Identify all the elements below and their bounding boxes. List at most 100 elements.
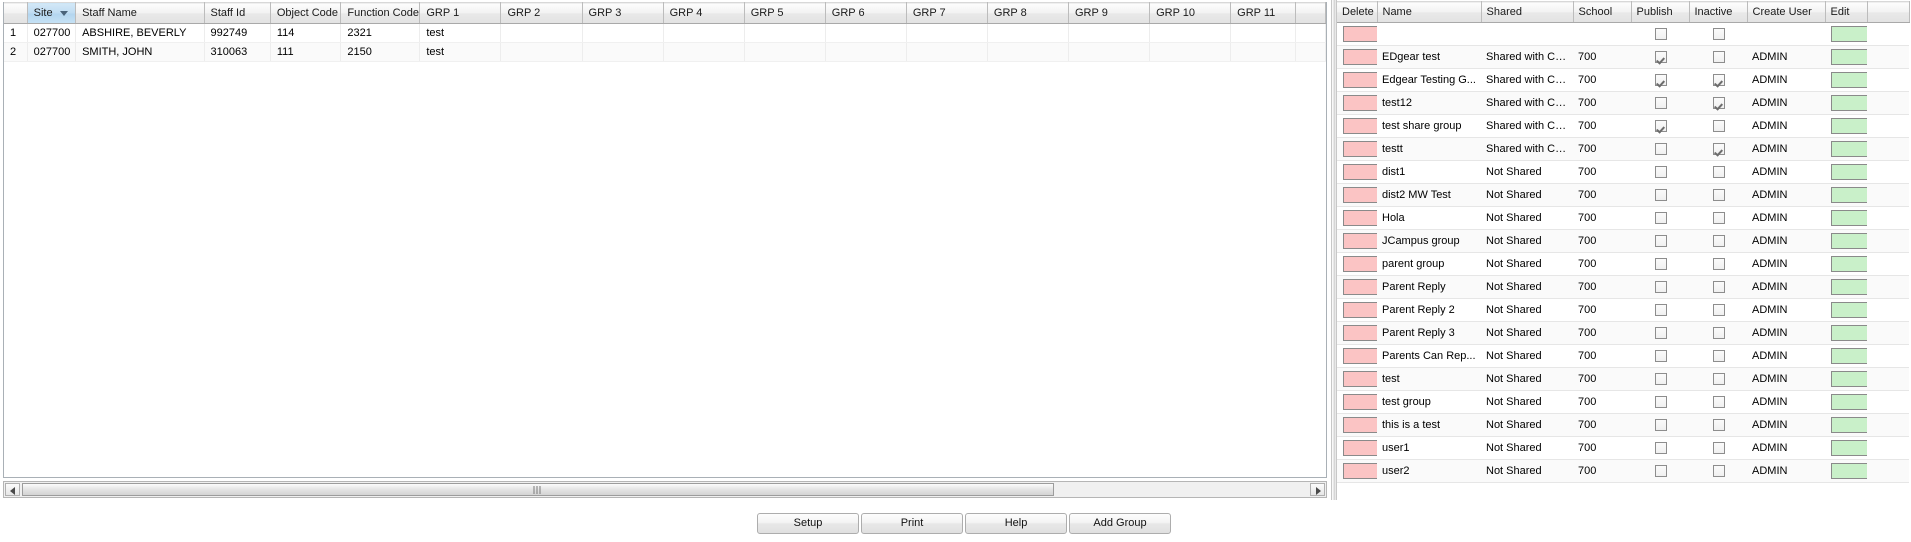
staff-column-header-grp4[interactable]: GRP 4 bbox=[663, 2, 745, 24]
edit-cell[interactable] bbox=[1825, 436, 1867, 460]
inactive-cell[interactable] bbox=[1689, 321, 1747, 345]
delete-cell[interactable] bbox=[1337, 459, 1377, 483]
inactive-checkbox-checked-icon[interactable] bbox=[1712, 143, 1725, 156]
publish-cell[interactable] bbox=[1631, 390, 1689, 414]
staff-cell-pad[interactable] bbox=[1295, 23, 1326, 43]
delete-cell[interactable] bbox=[1337, 390, 1377, 414]
edit-cell[interactable] bbox=[1825, 68, 1867, 92]
staff-cell-rownum[interactable]: 1 bbox=[4, 23, 28, 43]
publish-checkbox-icon[interactable] bbox=[1654, 166, 1667, 179]
edit-button[interactable] bbox=[1831, 371, 1867, 387]
staff-column-header-grp6[interactable]: GRP 6 bbox=[825, 2, 907, 24]
staff-cell-object_code[interactable]: 114 bbox=[270, 23, 342, 43]
group-table-row[interactable]: user2 Not Shared 700 ADMIN bbox=[1337, 459, 1909, 483]
staff-column-header-site[interactable]: Site bbox=[27, 2, 77, 24]
staff-cell-grp7[interactable] bbox=[906, 23, 988, 43]
group-shared-cell[interactable]: Not Shared bbox=[1481, 436, 1573, 460]
staff-column-header-grp7[interactable]: GRP 7 bbox=[906, 2, 988, 24]
inactive-cell[interactable] bbox=[1689, 390, 1747, 414]
edit-button[interactable] bbox=[1831, 440, 1867, 456]
scroll-left-arrow-button[interactable] bbox=[5, 483, 20, 496]
staff-cell-grp6[interactable] bbox=[825, 42, 907, 62]
delete-cell[interactable] bbox=[1337, 321, 1377, 345]
publish-checkbox-icon[interactable] bbox=[1654, 442, 1667, 455]
inactive-checkbox-icon[interactable] bbox=[1712, 304, 1725, 317]
edit-cell[interactable] bbox=[1825, 413, 1867, 437]
staff-cell-object_code[interactable]: 111 bbox=[270, 42, 342, 62]
edit-cell[interactable] bbox=[1825, 206, 1867, 230]
group-table-row[interactable] bbox=[1337, 22, 1909, 46]
publish-cell[interactable] bbox=[1631, 275, 1689, 299]
group-school-cell[interactable]: 700 bbox=[1573, 436, 1631, 460]
group-name-cell[interactable]: dist2 MW Test bbox=[1377, 183, 1481, 207]
inactive-checkbox-icon[interactable] bbox=[1712, 166, 1725, 179]
publish-checkbox-checked-icon[interactable] bbox=[1654, 74, 1667, 87]
delete-cell[interactable] bbox=[1337, 252, 1377, 276]
delete-button[interactable] bbox=[1343, 417, 1377, 433]
inactive-cell[interactable] bbox=[1689, 68, 1747, 92]
group-school-cell[interactable]: 700 bbox=[1573, 160, 1631, 184]
group-shared-cell[interactable]: Not Shared bbox=[1481, 367, 1573, 391]
staff-column-header-grp8[interactable]: GRP 8 bbox=[987, 2, 1070, 24]
inactive-checkbox-icon[interactable] bbox=[1712, 327, 1725, 340]
staff-cell-grp3[interactable] bbox=[582, 42, 664, 62]
delete-button[interactable] bbox=[1343, 233, 1377, 249]
print-button[interactable]: Print bbox=[861, 513, 963, 534]
staff-column-header-grp11[interactable]: GRP 11 bbox=[1230, 2, 1297, 24]
edit-button[interactable] bbox=[1831, 26, 1867, 42]
staff-cell-grp9[interactable] bbox=[1068, 42, 1151, 62]
group-name-cell[interactable]: parent group bbox=[1377, 252, 1481, 276]
inactive-cell[interactable] bbox=[1689, 91, 1747, 115]
group-name-cell[interactable]: test group bbox=[1377, 390, 1481, 414]
group-name-cell[interactable]: test12 bbox=[1377, 91, 1481, 115]
staff-table-row[interactable]: 1 027700 ABSHIRE, BEVERLY 992749 114 2321 test bbox=[4, 23, 1326, 43]
inactive-checkbox-icon[interactable] bbox=[1712, 235, 1725, 248]
publish-checkbox-checked-icon[interactable] bbox=[1654, 51, 1667, 64]
edit-button[interactable] bbox=[1831, 325, 1867, 341]
publish-cell[interactable] bbox=[1631, 436, 1689, 460]
publish-checkbox-icon[interactable] bbox=[1654, 350, 1667, 363]
staff-column-header-grp10[interactable]: GRP 10 bbox=[1149, 2, 1232, 24]
inactive-checkbox-icon[interactable] bbox=[1712, 350, 1725, 363]
group-table-row[interactable]: user1 Not Shared 700 ADMIN bbox=[1337, 436, 1909, 460]
group-column-header-pad[interactable] bbox=[1867, 1, 1910, 23]
setup-button[interactable]: Setup bbox=[757, 513, 859, 534]
publish-checkbox-icon[interactable] bbox=[1654, 465, 1667, 478]
publish-checkbox-icon[interactable] bbox=[1654, 212, 1667, 225]
edit-cell[interactable] bbox=[1825, 390, 1867, 414]
inactive-checkbox-icon[interactable] bbox=[1712, 396, 1725, 409]
delete-cell[interactable] bbox=[1337, 45, 1377, 69]
group-school-cell[interactable]: 700 bbox=[1573, 298, 1631, 322]
group-name-cell[interactable] bbox=[1377, 22, 1481, 46]
publish-cell[interactable] bbox=[1631, 68, 1689, 92]
group-shared-cell[interactable]: Shared with Cent... bbox=[1481, 137, 1573, 161]
group-table-row[interactable]: parent group Not Shared 700 ADMIN bbox=[1337, 252, 1909, 276]
group-table-row[interactable]: testt Shared with Cent... 700 ADMIN bbox=[1337, 137, 1909, 161]
inactive-cell[interactable] bbox=[1689, 344, 1747, 368]
staff-cell-grp10[interactable] bbox=[1149, 23, 1232, 43]
delete-button[interactable] bbox=[1343, 164, 1377, 180]
group-table-row[interactable]: Edgear Testing G... Shared with Cent... 70… bbox=[1337, 68, 1909, 92]
group-name-cell[interactable]: user1 bbox=[1377, 436, 1481, 460]
staff-cell-staff_id[interactable]: 992749 bbox=[204, 23, 271, 43]
staff-cell-staff_id[interactable]: 310063 bbox=[204, 42, 271, 62]
delete-button[interactable] bbox=[1343, 210, 1377, 226]
publish-cell[interactable] bbox=[1631, 229, 1689, 253]
staff-cell-grp10[interactable] bbox=[1149, 42, 1232, 62]
group-school-cell[interactable] bbox=[1573, 22, 1631, 46]
group-name-cell[interactable]: test bbox=[1377, 367, 1481, 391]
delete-cell[interactable] bbox=[1337, 183, 1377, 207]
sort-descending-icon[interactable] bbox=[60, 11, 69, 16]
group-school-cell[interactable]: 700 bbox=[1573, 390, 1631, 414]
publish-cell[interactable] bbox=[1631, 459, 1689, 483]
inactive-cell[interactable] bbox=[1689, 45, 1747, 69]
staff-cell-function_code[interactable]: 2321 bbox=[340, 23, 421, 43]
group-shared-cell[interactable]: Not Shared bbox=[1481, 459, 1573, 483]
staff-cell-rownum[interactable]: 2 bbox=[4, 42, 28, 62]
edit-button[interactable] bbox=[1831, 233, 1867, 249]
group-school-cell[interactable]: 700 bbox=[1573, 68, 1631, 92]
delete-button[interactable] bbox=[1343, 72, 1377, 88]
staff-cell-grp2[interactable] bbox=[500, 23, 583, 43]
group-name-cell[interactable]: Edgear Testing G... bbox=[1377, 68, 1481, 92]
group-shared-cell[interactable]: Shared with Cent... bbox=[1481, 68, 1573, 92]
